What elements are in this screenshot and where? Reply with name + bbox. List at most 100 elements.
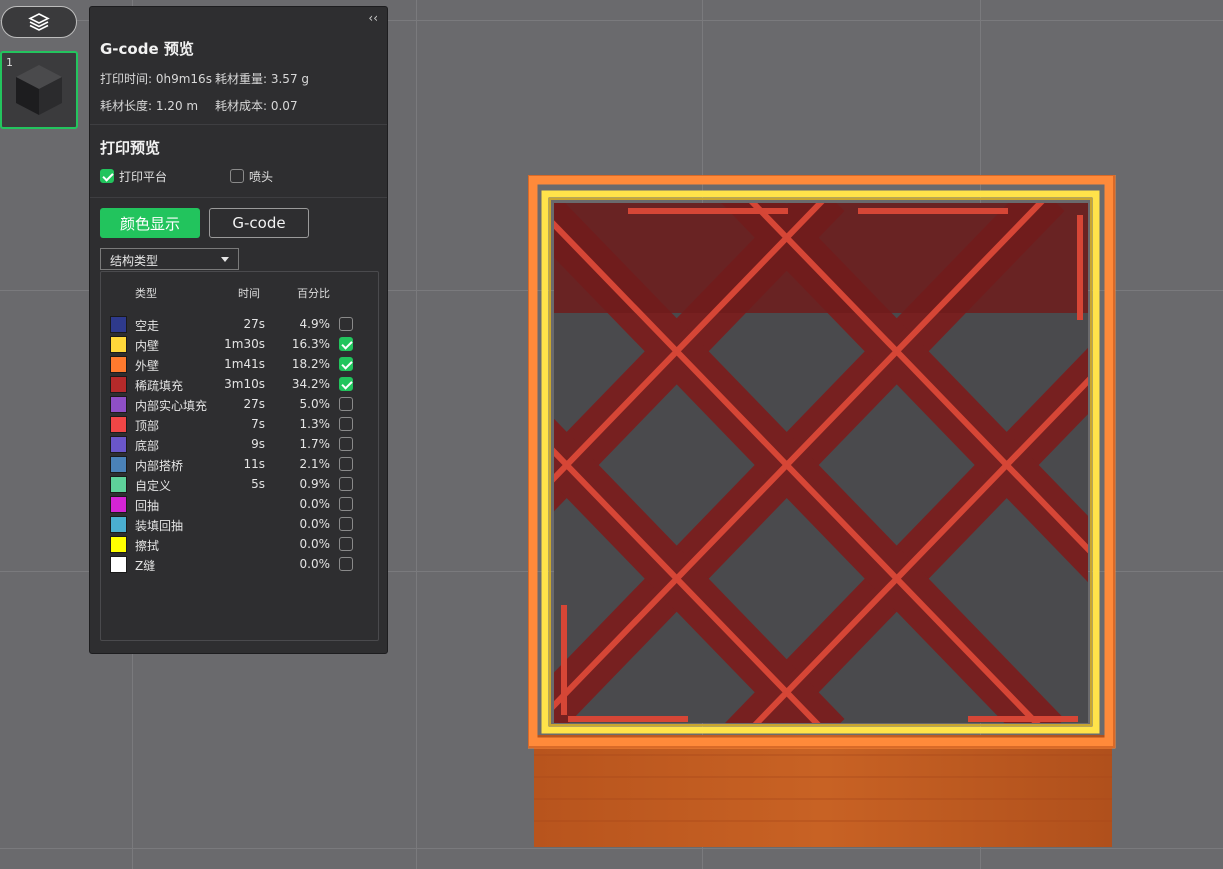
legend-table: 类型 时间 百分比 空走 27s 4.9% 内壁 1m30s 16.3% 外壁 1m41s 18… xyxy=(100,271,379,641)
feature-visibility-checkbox[interactable] xyxy=(339,377,353,391)
feature-visibility-checkbox[interactable] xyxy=(339,317,353,331)
feature-percent: 2.1% xyxy=(299,457,331,471)
legend-row: 装填回抽 0.0% xyxy=(101,514,378,534)
color-swatch xyxy=(110,476,127,493)
feature-visibility-checkbox[interactable] xyxy=(339,417,353,431)
feature-visibility-checkbox[interactable] xyxy=(339,557,353,571)
feature-time: 1m30s xyxy=(224,337,265,351)
show-bed-checkbox[interactable] xyxy=(100,169,114,183)
color-swatch xyxy=(110,336,127,353)
legend-row: 顶部 7s 1.3% xyxy=(101,414,378,434)
legend-row: 外壁 1m41s 18.2% xyxy=(101,354,378,374)
feature-visibility-checkbox[interactable] xyxy=(339,477,353,491)
chevron-down-icon xyxy=(221,257,229,262)
feature-visibility-checkbox[interactable] xyxy=(339,357,353,371)
feature-visibility-checkbox[interactable] xyxy=(339,397,353,411)
feature-percent: 5.0% xyxy=(299,397,331,411)
feature-time: 27s xyxy=(243,397,265,411)
view-type-value: 结构类型 xyxy=(110,254,159,268)
print-time: 打印时间: 0h9m16s xyxy=(100,72,212,86)
feature-visibility-checkbox[interactable] xyxy=(339,457,353,471)
feature-time: 27s xyxy=(243,317,265,331)
print-preview-title: 打印预览 xyxy=(100,139,161,157)
color-swatch xyxy=(110,456,127,473)
show-nozzle-label: 喷头 xyxy=(249,170,274,184)
feature-percent: 4.9% xyxy=(299,317,331,331)
legend-row: 内部搭桥 11s 2.1% xyxy=(101,454,378,474)
show-nozzle-checkbox[interactable] xyxy=(230,169,244,183)
feature-time: 11s xyxy=(243,457,265,471)
gcode-preview-panel: ‹‹ G-code 预览 打印时间: 0h9m16s 耗材重量: 3.57 g … xyxy=(89,6,388,654)
sparse-infill xyxy=(554,203,1088,723)
legend-row: 擦拭 0.0% xyxy=(101,534,378,554)
collapse-panel-button[interactable]: ‹‹ xyxy=(368,11,378,25)
feature-visibility-checkbox[interactable] xyxy=(339,437,353,451)
color-swatch xyxy=(110,396,127,413)
feature-visibility-checkbox[interactable] xyxy=(339,337,353,351)
filament-weight: 耗材重量: 3.57 g xyxy=(215,72,310,86)
color-swatch xyxy=(110,556,127,573)
legend-row: 底部 9s 1.7% xyxy=(101,434,378,454)
layers-icon xyxy=(28,13,50,31)
legend-row: 稀疏填充 3m10s 34.2% xyxy=(101,374,378,394)
feature-percent: 34.2% xyxy=(291,377,330,391)
view-type-dropdown[interactable]: 结构类型 xyxy=(100,248,239,270)
legend-row: 内壁 1m30s 16.3% xyxy=(101,334,378,354)
feature-percent: 16.3% xyxy=(291,337,330,351)
color-swatch xyxy=(110,536,127,553)
panel-title: G-code 预览 xyxy=(100,40,194,58)
legend-row: 回抽 0.0% xyxy=(101,494,378,514)
feature-name: 底部 xyxy=(135,439,160,453)
feature-name: 内部实心填充 xyxy=(135,399,208,413)
feature-time: 3m10s xyxy=(224,377,265,391)
feature-percent: 0.0% xyxy=(299,517,331,531)
feature-name: 内部搭桥 xyxy=(135,459,184,473)
feature-percent: 18.2% xyxy=(291,357,330,371)
model-preview[interactable] xyxy=(528,175,1118,855)
feature-visibility-checkbox[interactable] xyxy=(339,497,353,511)
color-swatch xyxy=(110,316,127,333)
legend-row: 自定义 5s 0.9% xyxy=(101,474,378,494)
feature-percent: 0.9% xyxy=(299,477,331,491)
feature-name: 装填回抽 xyxy=(135,519,184,533)
feature-percent: 1.7% xyxy=(299,437,331,451)
color-swatch xyxy=(110,376,127,393)
header-type: 类型 xyxy=(135,287,157,300)
show-bed-label: 打印平台 xyxy=(119,170,168,184)
legend-row: Z缝 0.0% xyxy=(101,554,378,574)
feature-name: 自定义 xyxy=(135,479,172,493)
feature-name: 内壁 xyxy=(135,339,160,353)
legend-row: 内部实心填充 27s 5.0% xyxy=(101,394,378,414)
gcode-mode-button[interactable]: G-code xyxy=(209,208,309,238)
feature-name: 顶部 xyxy=(135,419,160,433)
feature-name: Z缝 xyxy=(135,559,156,573)
layers-button[interactable] xyxy=(1,6,77,38)
color-swatch xyxy=(110,356,127,373)
color-swatch xyxy=(110,416,127,433)
header-percent: 百分比 xyxy=(297,287,330,300)
color-swatch xyxy=(110,516,127,533)
feature-visibility-checkbox[interactable] xyxy=(339,517,353,531)
feature-percent: 0.0% xyxy=(299,537,331,551)
feature-time: 5s xyxy=(251,477,265,491)
filament-cost: 耗材成本: 0.07 xyxy=(215,99,298,113)
feature-percent: 0.0% xyxy=(299,557,331,571)
feature-time: 9s xyxy=(251,437,265,451)
cube-icon xyxy=(16,65,62,115)
feature-name: 外壁 xyxy=(135,359,160,373)
plate-thumbnail[interactable]: 1 xyxy=(0,51,78,129)
feature-visibility-checkbox[interactable] xyxy=(339,537,353,551)
color-swatch xyxy=(110,496,127,513)
color-swatch xyxy=(110,436,127,453)
feature-time: 7s xyxy=(251,417,265,431)
header-time: 时间 xyxy=(238,287,260,300)
feature-name: 回抽 xyxy=(135,499,160,513)
feature-name: 空走 xyxy=(135,319,160,333)
divider xyxy=(90,124,387,125)
divider xyxy=(90,197,387,198)
feature-percent: 1.3% xyxy=(299,417,331,431)
color-mode-button[interactable]: 颜色显示 xyxy=(100,208,200,238)
feature-time: 1m41s xyxy=(224,357,265,371)
model-base xyxy=(534,735,1112,847)
feature-name: 稀疏填充 xyxy=(135,379,184,393)
